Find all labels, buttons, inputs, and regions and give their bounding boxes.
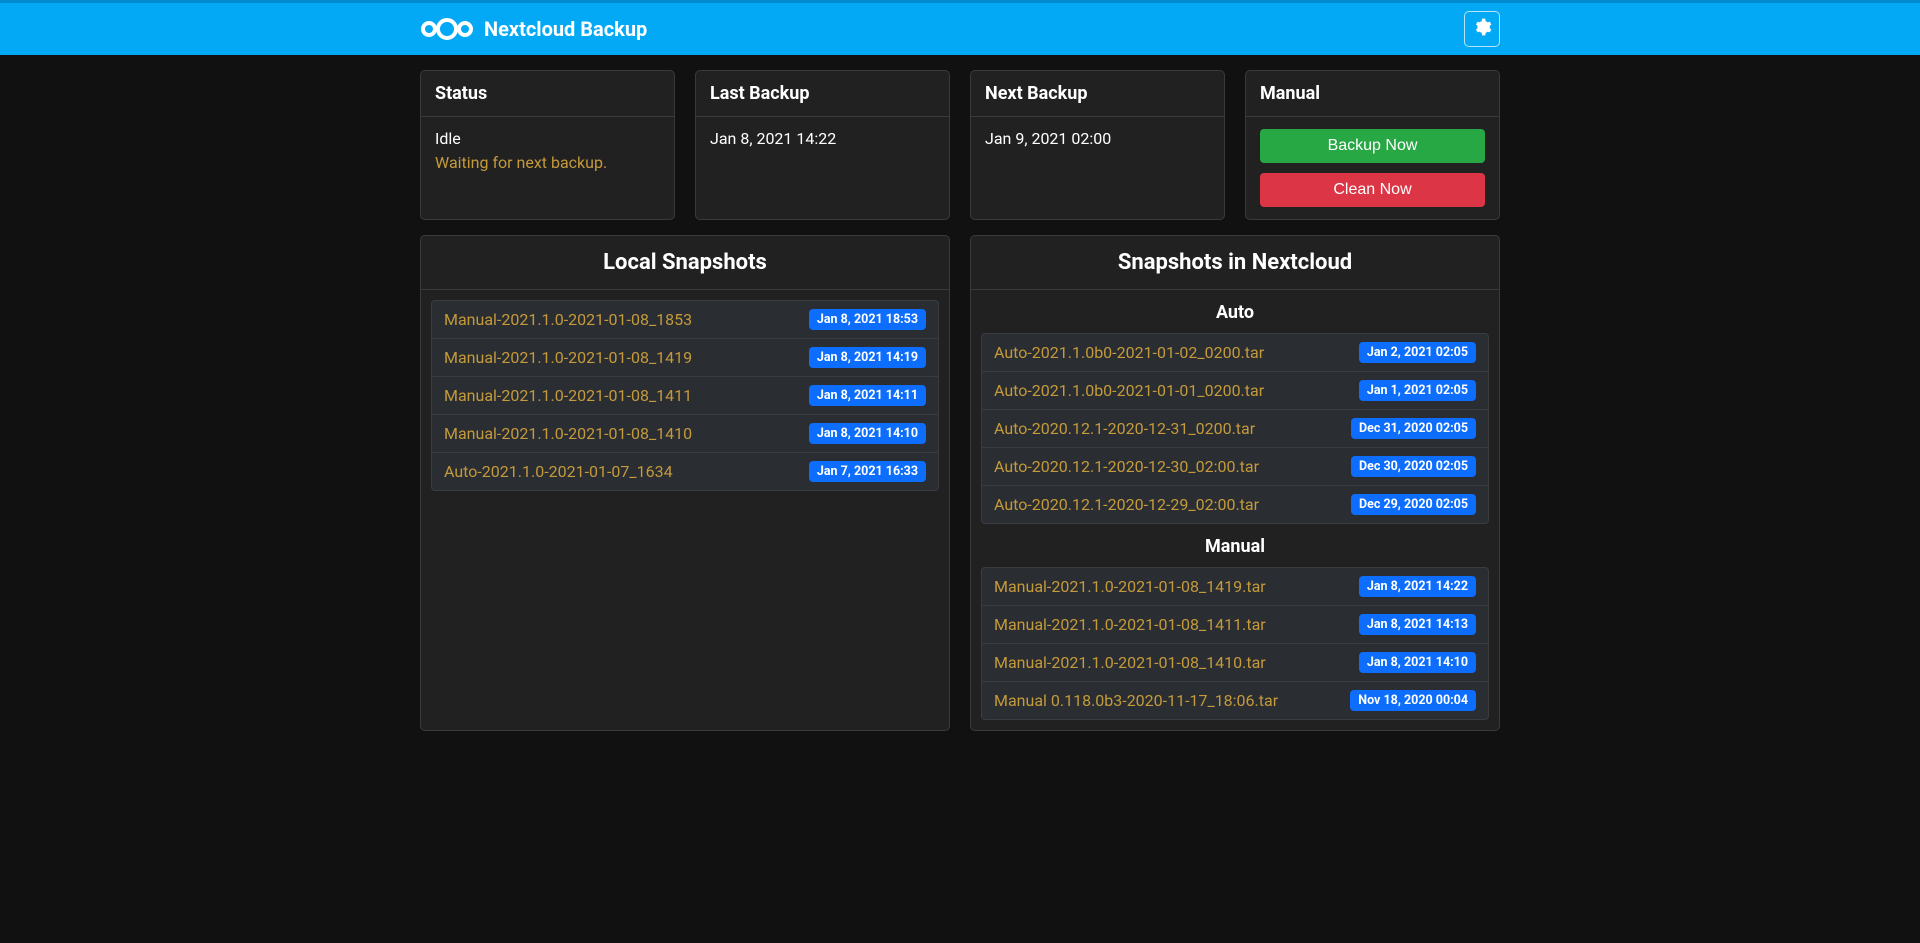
clean-now-button[interactable]: Clean Now [1260, 173, 1485, 207]
status-row: Status Idle Waiting for next backup. Las… [420, 70, 1500, 220]
manual-section-title: Manual [971, 524, 1499, 567]
backup-now-button[interactable]: Backup Now [1260, 129, 1485, 163]
auto-snapshot-item-date-badge: Dec 31, 2020 02:05 [1351, 418, 1476, 439]
next-backup-heading: Next Backup [971, 71, 1224, 117]
local-snapshot-item[interactable]: Auto-2021.1.0-2021-01-07_1634 Jan 7, 2021… [432, 453, 938, 490]
status-value: Idle [435, 129, 660, 148]
local-snapshot-item-name: Manual-2021.1.0-2021-01-08_1853 [444, 310, 692, 329]
snapshots-row: Local Snapshots Manual-2021.1.0-2021-01-… [420, 235, 1500, 731]
local-snapshot-item-date-badge: Jan 8, 2021 14:19 [809, 347, 926, 368]
local-snapshot-item-name: Auto-2021.1.0-2021-01-07_1634 [444, 462, 673, 481]
manual-snapshot-item[interactable]: Manual-2021.1.0-2021-01-08_1410.tar Jan 8… [982, 644, 1488, 682]
auto-snapshot-item[interactable]: Auto-2020.12.1-2020-12-30_02:00.tar Dec 3… [982, 448, 1488, 486]
local-snapshot-item[interactable]: Manual-2021.1.0-2021-01-08_1419 Jan 8, 20… [432, 339, 938, 377]
settings-button[interactable] [1464, 11, 1500, 47]
manual-snapshot-item-name: Manual-2021.1.0-2021-01-08_1411.tar [994, 615, 1266, 634]
auto-snapshot-item[interactable]: Auto-2021.1.0b0-2021-01-02_0200.tar Jan 2… [982, 334, 1488, 372]
local-snapshot-item[interactable]: Manual-2021.1.0-2021-01-08_1411 Jan 8, 20… [432, 377, 938, 415]
status-message: Waiting for next backup. [435, 153, 660, 172]
manual-snapshot-item[interactable]: Manual-2021.1.0-2021-01-08_1419.tar Jan 8… [982, 568, 1488, 606]
manual-heading: Manual [1246, 71, 1499, 117]
next-backup-card: Next Backup Jan 9, 2021 02:00 [970, 70, 1225, 220]
auto-snapshot-item-name: Auto-2020.12.1-2020-12-30_02:00.tar [994, 457, 1259, 476]
auto-snapshots-list: Auto-2021.1.0b0-2021-01-02_0200.tar Jan 2… [981, 333, 1489, 524]
local-snapshot-item[interactable]: Manual-2021.1.0-2021-01-08_1410 Jan 8, 20… [432, 415, 938, 453]
manual-snapshot-item-name: Manual 0.118.0b3-2020-11-17_18:06.tar [994, 691, 1278, 710]
auto-snapshot-item-date-badge: Jan 1, 2021 02:05 [1359, 380, 1476, 401]
status-card: Status Idle Waiting for next backup. [420, 70, 675, 220]
manual-card: Manual Backup Now Clean Now [1245, 70, 1500, 220]
nextcloud-snapshots-panel: Snapshots in Nextcloud Auto Auto-2021.1.… [970, 235, 1500, 731]
manual-snapshot-item-date-badge: Jan 8, 2021 14:13 [1359, 614, 1476, 635]
manual-snapshot-item[interactable]: Manual-2021.1.0-2021-01-08_1411.tar Jan 8… [982, 606, 1488, 644]
local-snapshots-title: Local Snapshots [421, 236, 949, 290]
nextcloud-logo-icon [420, 17, 474, 41]
auto-snapshot-item-date-badge: Dec 29, 2020 02:05 [1351, 494, 1476, 515]
auto-snapshot-item[interactable]: Auto-2020.12.1-2020-12-31_0200.tar Dec 31… [982, 410, 1488, 448]
local-snapshot-item-name: Manual-2021.1.0-2021-01-08_1411 [444, 386, 692, 405]
last-backup-card: Last Backup Jan 8, 2021 14:22 [695, 70, 950, 220]
manual-snapshot-item[interactable]: Manual 0.118.0b3-2020-11-17_18:06.tar Nov… [982, 682, 1488, 719]
auto-snapshot-item[interactable]: Auto-2021.1.0b0-2021-01-01_0200.tar Jan 1… [982, 372, 1488, 410]
status-heading: Status [421, 71, 674, 117]
local-snapshot-item[interactable]: Manual-2021.1.0-2021-01-08_1853 Jan 8, 20… [432, 301, 938, 339]
local-snapshot-item-date-badge: Jan 7, 2021 16:33 [809, 461, 926, 482]
last-backup-heading: Last Backup [696, 71, 949, 117]
auto-section-title: Auto [971, 290, 1499, 333]
brand: Nextcloud Backup [420, 17, 647, 41]
auto-snapshot-item-name: Auto-2021.1.0b0-2021-01-01_0200.tar [994, 381, 1264, 400]
local-snapshots-panel: Local Snapshots Manual-2021.1.0-2021-01-… [420, 235, 950, 731]
app-header: Nextcloud Backup [0, 3, 1920, 55]
auto-snapshot-item[interactable]: Auto-2020.12.1-2020-12-29_02:00.tar Dec 2… [982, 486, 1488, 523]
local-snapshot-item-date-badge: Jan 8, 2021 14:11 [809, 385, 926, 406]
manual-snapshot-item-date-badge: Jan 8, 2021 14:22 [1359, 576, 1476, 597]
manual-snapshot-item-name: Manual-2021.1.0-2021-01-08_1419.tar [994, 577, 1266, 596]
local-snapshot-item-date-badge: Jan 8, 2021 14:10 [809, 423, 926, 444]
local-snapshots-list: Manual-2021.1.0-2021-01-08_1853 Jan 8, 20… [431, 300, 939, 491]
auto-snapshot-item-name: Auto-2021.1.0b0-2021-01-02_0200.tar [994, 343, 1264, 362]
auto-snapshot-item-date-badge: Jan 2, 2021 02:05 [1359, 342, 1476, 363]
app-title: Nextcloud Backup [484, 17, 647, 41]
manual-snapshots-list: Manual-2021.1.0-2021-01-08_1419.tar Jan 8… [981, 567, 1489, 720]
auto-snapshot-item-name: Auto-2020.12.1-2020-12-31_0200.tar [994, 419, 1255, 438]
auto-snapshot-item-date-badge: Dec 30, 2020 02:05 [1351, 456, 1476, 477]
auto-snapshot-item-name: Auto-2020.12.1-2020-12-29_02:00.tar [994, 495, 1259, 514]
next-backup-value: Jan 9, 2021 02:00 [985, 129, 1210, 148]
main-container: Status Idle Waiting for next backup. Las… [410, 55, 1510, 746]
local-snapshot-item-name: Manual-2021.1.0-2021-01-08_1410 [444, 424, 692, 443]
manual-snapshot-item-date-badge: Nov 18, 2020 00:04 [1350, 690, 1476, 711]
last-backup-value: Jan 8, 2021 14:22 [710, 129, 935, 148]
manual-snapshot-item-date-badge: Jan 8, 2021 14:10 [1359, 652, 1476, 673]
local-snapshot-item-date-badge: Jan 8, 2021 18:53 [809, 309, 926, 330]
manual-snapshot-item-name: Manual-2021.1.0-2021-01-08_1410.tar [994, 653, 1266, 672]
nextcloud-snapshots-title: Snapshots in Nextcloud [971, 236, 1499, 290]
gears-icon [1472, 17, 1492, 41]
local-snapshot-item-name: Manual-2021.1.0-2021-01-08_1419 [444, 348, 692, 367]
